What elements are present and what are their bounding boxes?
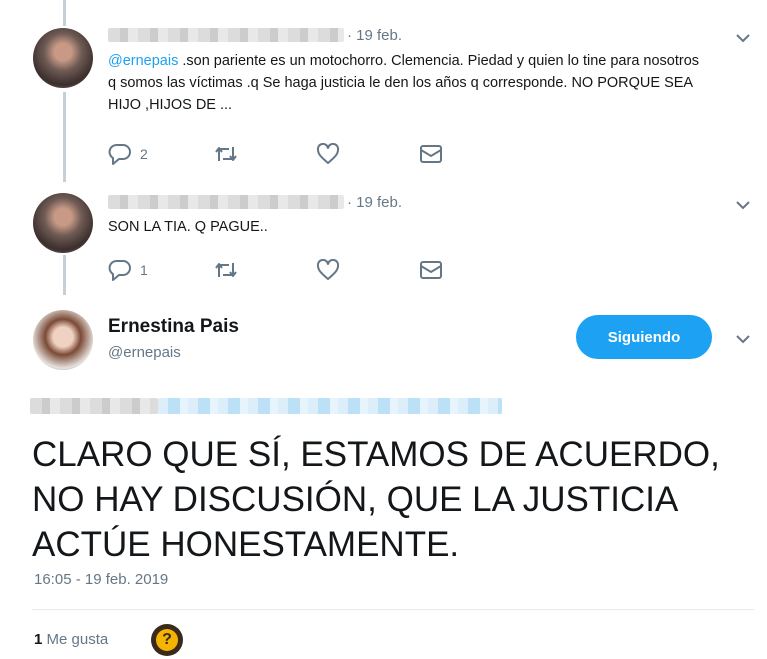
reply-icon (108, 144, 131, 165)
blurred-text (30, 398, 158, 414)
envelope-icon (420, 145, 442, 163)
thread-line (63, 92, 66, 182)
like-label: Me gusta (46, 631, 109, 648)
blurred-username (108, 28, 344, 42)
retweet-button[interactable] (213, 143, 247, 165)
reply-button[interactable]: 2 (108, 143, 148, 165)
retweet-icon (215, 147, 237, 161)
thread-line (63, 255, 66, 295)
chevron-down-icon[interactable] (735, 333, 751, 345)
reply-count: 2 (140, 146, 148, 162)
divider (32, 609, 754, 610)
reply-text: @ernepais .son pariente es un motochorro… (108, 50, 708, 116)
reply-icon (108, 260, 131, 281)
tweet-text: CLARO QUE SÍ, ESTAMOS DE ACUERDO, NO HAY… (32, 435, 720, 564)
retweet-button[interactable] (213, 259, 247, 281)
retweet-icon (215, 263, 237, 277)
avatar[interactable] (33, 28, 93, 88)
question-mark-icon: ? (156, 629, 178, 651)
author-handle[interactable]: @ernepais (108, 344, 181, 361)
reply-count: 1 (140, 262, 148, 278)
tweet-date[interactable]: · 19 feb. (347, 194, 402, 211)
heart-icon (316, 259, 340, 280)
like-stats[interactable]: 1 Me gusta (34, 631, 108, 648)
like-total: 1 (34, 631, 43, 648)
blurred-username (108, 195, 344, 209)
mention-link[interactable]: @ernepais (108, 53, 178, 69)
blurred-mention (158, 398, 502, 414)
like-button[interactable] (316, 143, 348, 165)
tweet-timestamp[interactable]: 16:05 - 19 feb. 2019 (34, 571, 168, 588)
following-button[interactable]: Siguiendo (576, 315, 712, 359)
reply-text: SON LA TIA. Q PAGUE.. (108, 219, 268, 235)
reply-body: .son pariente es un motochorro. Clemenci… (108, 53, 700, 113)
dm-button[interactable] (419, 259, 443, 281)
chevron-down-icon[interactable] (735, 32, 751, 44)
thread-line (63, 0, 66, 26)
envelope-icon (420, 261, 442, 279)
tweet-date[interactable]: · 19 feb. (347, 27, 402, 44)
dm-button[interactable] (419, 143, 443, 165)
heart-icon (316, 143, 340, 164)
liker-avatar[interactable]: ? (151, 624, 183, 656)
chevron-down-icon[interactable] (735, 199, 751, 211)
tweet-actions: 1 (108, 259, 448, 283)
author-name[interactable]: Ernestina Pais (108, 316, 239, 338)
author-avatar[interactable] (33, 310, 93, 370)
reply-button[interactable]: 1 (108, 259, 148, 281)
avatar[interactable] (33, 193, 93, 253)
like-button[interactable] (316, 259, 348, 281)
tweet-actions: 2 (108, 143, 448, 167)
